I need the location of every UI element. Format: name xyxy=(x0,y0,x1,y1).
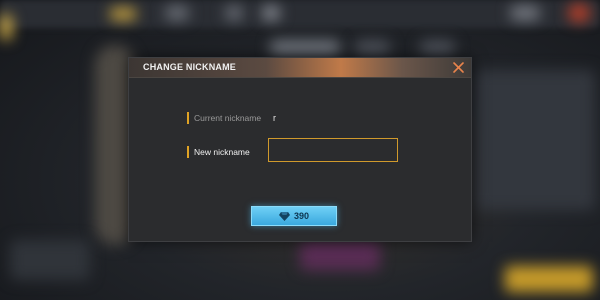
new-nickname-input[interactable] xyxy=(268,138,398,162)
dialog-title: CHANGE NICKNAME xyxy=(143,62,236,72)
lobby-notification-icon xyxy=(568,4,590,22)
lobby-item xyxy=(10,240,90,280)
new-nickname-label: New nickname xyxy=(187,146,250,158)
lobby-menu-item xyxy=(510,6,540,20)
lobby-menu-item xyxy=(262,6,280,20)
current-nickname-value: r xyxy=(273,113,276,123)
lobby-tab xyxy=(355,40,390,56)
change-nickname-dialog: CHANGE NICKNAME Current nickname r New n… xyxy=(128,57,472,242)
lobby-side-badge xyxy=(0,14,12,40)
lobby-menu-item xyxy=(165,6,189,20)
close-icon xyxy=(453,62,464,73)
diamond-icon xyxy=(278,211,290,221)
price-label: 390 xyxy=(293,211,310,221)
lobby-start-button xyxy=(505,266,593,292)
gold-currency-indicator xyxy=(110,8,136,20)
lobby-side-panel xyxy=(475,70,595,210)
purchase-rename-button[interactable]: 390 xyxy=(251,206,337,226)
lobby-tab xyxy=(420,40,455,56)
dialog-header: CHANGE NICKNAME xyxy=(129,58,471,78)
lobby-tab xyxy=(270,40,340,56)
lobby-menu-item xyxy=(225,6,243,20)
lobby-item xyxy=(300,240,380,270)
close-button[interactable] xyxy=(451,60,466,75)
current-nickname-label: Current nickname xyxy=(187,112,261,124)
